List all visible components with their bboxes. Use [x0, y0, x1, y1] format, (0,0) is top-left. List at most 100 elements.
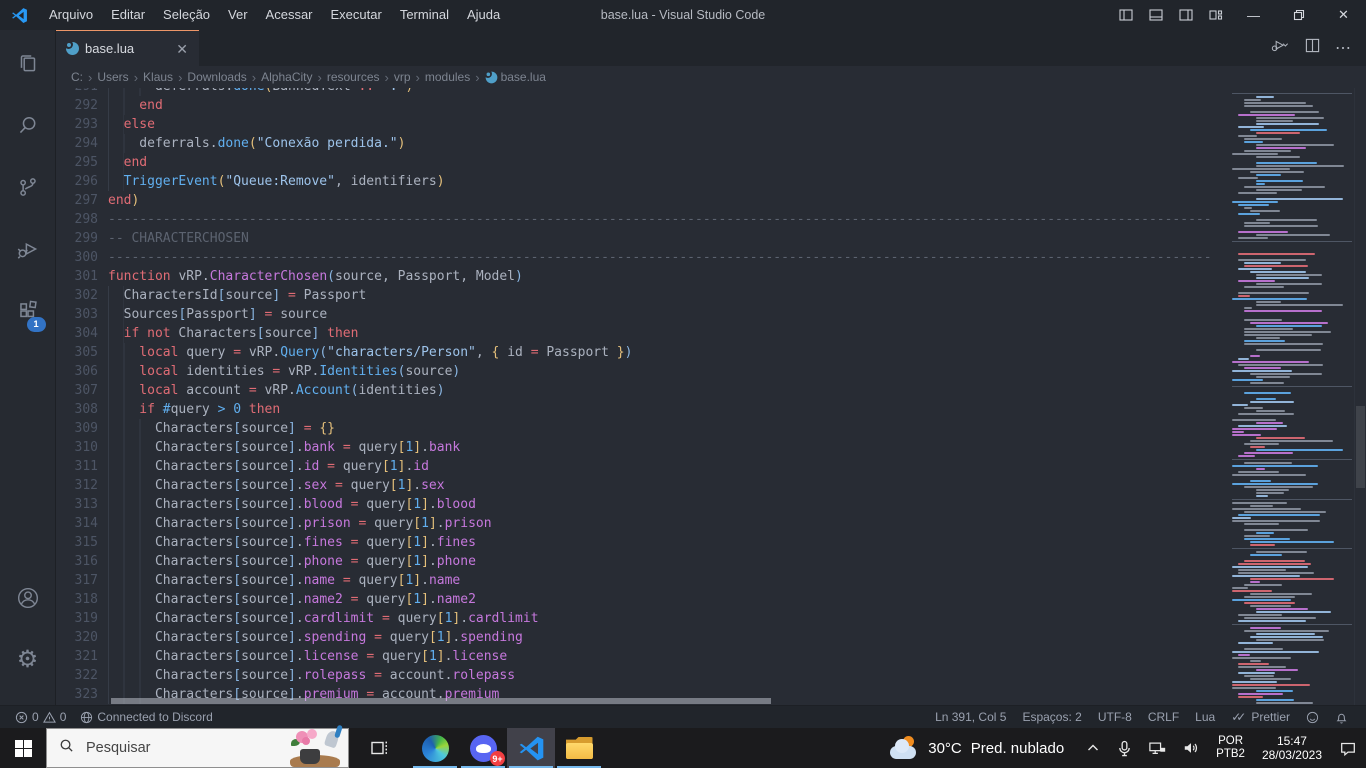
code-editor[interactable]: 291 deferrals.done(BannedText .. ".") 292 e…: [56, 88, 1226, 705]
breadcrumb-vrp[interactable]: vrp: [394, 70, 411, 84]
breadcrumb-downloads[interactable]: Downloads: [187, 70, 246, 84]
menu-editar[interactable]: Editar: [102, 0, 154, 30]
menu-ver[interactable]: Ver: [219, 0, 257, 30]
toggle-sidebar-icon[interactable]: [1111, 0, 1141, 30]
problems-indicator[interactable]: 0 0: [10, 706, 71, 728]
code-line[interactable]: 299 -- CHARACTERCHOSEN: [56, 229, 1226, 248]
accounts-icon[interactable]: [4, 575, 52, 621]
code-line[interactable]: 306 local identities = vRP.Identities(sou…: [56, 362, 1226, 381]
vertical-scrollbar-thumb[interactable]: [1356, 406, 1365, 488]
discord-taskbar-button[interactable]: 9+: [459, 728, 507, 768]
task-view-button[interactable]: [355, 728, 403, 768]
code-line[interactable]: 298 -------------------------------------…: [56, 210, 1226, 229]
source-control-icon[interactable]: [4, 164, 52, 210]
menu-selecao[interactable]: Seleção: [154, 0, 219, 30]
edge-taskbar-button[interactable]: [411, 728, 459, 768]
run-or-debug-icon[interactable]: [1270, 38, 1290, 59]
menu-terminal[interactable]: Terminal: [391, 0, 458, 30]
toggle-panel-icon[interactable]: [1141, 0, 1171, 30]
close-button[interactable]: ✕: [1321, 0, 1366, 30]
language-mode[interactable]: Lua: [1187, 706, 1223, 728]
code-line[interactable]: 322 Characters[source].rolepass = account…: [56, 666, 1226, 685]
code-line[interactable]: 316 Characters[source].phone = query[1].p…: [56, 552, 1226, 571]
cursor-position[interactable]: Ln 391, Col 5: [927, 706, 1014, 728]
menu-ajuda[interactable]: Ajuda: [458, 0, 509, 30]
code-line[interactable]: 312 Characters[source].sex = query[1].sex: [56, 476, 1226, 495]
breadcrumb-users[interactable]: Users: [97, 70, 128, 84]
minimap[interactable]: [1226, 88, 1354, 705]
code-line[interactable]: 318 Characters[source].name2 = query[1].n…: [56, 590, 1226, 609]
menu-executar[interactable]: Executar: [322, 0, 391, 30]
customize-layout-icon[interactable]: [1201, 0, 1231, 30]
menu-arquivo[interactable]: Arquivo: [40, 0, 102, 30]
code-line[interactable]: 320 Characters[source].spending = query[1…: [56, 628, 1226, 647]
clock[interactable]: 15:47 28/03/2023: [1258, 728, 1326, 768]
code-line[interactable]: 313 Characters[source].blood = query[1].b…: [56, 495, 1226, 514]
tab-close-icon[interactable]: ✕: [173, 41, 191, 57]
network-tray-icon[interactable]: [1145, 728, 1169, 768]
breadcrumb-resources[interactable]: resources: [327, 70, 380, 84]
search-input[interactable]: [84, 739, 238, 757]
code-line[interactable]: 296 TriggerEvent("Queue:Remove", identifi…: [56, 172, 1226, 191]
more-actions-icon[interactable]: ⋯: [1335, 38, 1352, 58]
code-line[interactable]: 305 local query = vRP.Query("characters/P…: [56, 343, 1226, 362]
code-line[interactable]: 308 if #query > 0 then: [56, 400, 1226, 419]
discord-status[interactable]: Connected to Discord: [75, 706, 217, 728]
eol-setting[interactable]: CRLF: [1140, 706, 1187, 728]
code-line[interactable]: 307 local account = vRP.Account(identitie…: [56, 381, 1226, 400]
microphone-tray-icon[interactable]: [1114, 728, 1135, 768]
show-hidden-icons-button[interactable]: [1082, 728, 1104, 768]
formatter-status[interactable]: ✓✓ Prettier: [1223, 706, 1298, 728]
code-line[interactable]: 302 CharactersId[source] = Passport: [56, 286, 1226, 305]
menu-acessar[interactable]: Acessar: [257, 0, 322, 30]
toggle-secondary-sidebar-icon[interactable]: [1171, 0, 1201, 30]
code-line[interactable]: 304 if not Characters[source] then: [56, 324, 1226, 343]
tab-base-lua[interactable]: base.lua ✕: [56, 30, 199, 66]
code-line[interactable]: 319 Characters[source].cardlimit = query[…: [56, 609, 1226, 628]
code-line[interactable]: 317 Characters[source].name = query[1].na…: [56, 571, 1226, 590]
indentation-setting[interactable]: Espaços: 2: [1014, 706, 1089, 728]
code-line[interactable]: 297 end): [56, 191, 1226, 210]
code-line[interactable]: 315 Characters[source].fines = query[1].f…: [56, 533, 1226, 552]
breadcrumb-alphacity[interactable]: AlphaCity: [261, 70, 312, 84]
breadcrumb-drive[interactable]: C:: [71, 70, 83, 84]
code-line[interactable]: 314 Characters[source].prison = query[1].…: [56, 514, 1226, 533]
search-icon[interactable]: [4, 102, 52, 148]
code-line[interactable]: 303 Sources[Passport] = source: [56, 305, 1226, 324]
input-language-switcher[interactable]: POR PTB2: [1213, 728, 1248, 768]
split-editor-icon[interactable]: [1305, 38, 1320, 58]
taskbar-search[interactable]: [46, 724, 349, 768]
code-line[interactable]: 294 deferrals.done("Conexão perdida."): [56, 134, 1226, 153]
explorer-icon[interactable]: [4, 40, 52, 86]
code-line[interactable]: 311 Characters[source].id = query[1].id: [56, 457, 1226, 476]
breadcrumb-file[interactable]: base.lua: [501, 70, 546, 84]
action-center-button[interactable]: [1336, 728, 1360, 768]
breadcrumb-modules[interactable]: modules: [425, 70, 470, 84]
vscode-taskbar-button[interactable]: [507, 728, 555, 768]
run-debug-icon[interactable]: [4, 226, 52, 272]
volume-tray-icon[interactable]: [1179, 728, 1203, 768]
notifications-bell-icon[interactable]: [1327, 706, 1356, 728]
code-line[interactable]: 309 Characters[source] = {}: [56, 419, 1226, 438]
breadcrumb-klaus[interactable]: Klaus: [143, 70, 173, 84]
start-button[interactable]: [0, 728, 46, 768]
explorer-taskbar-button[interactable]: [555, 728, 603, 768]
code-line[interactable]: 295 end: [56, 153, 1226, 172]
weather-widget[interactable]: 30°C Pred. nublado: [882, 728, 1072, 768]
settings-gear-icon[interactable]: ⚙: [4, 637, 52, 683]
code-line[interactable]: 300 -------------------------------------…: [56, 248, 1226, 267]
feedback-icon[interactable]: [1298, 706, 1327, 728]
bing-daily-flowerpot-image[interactable]: [286, 724, 344, 767]
minimize-button[interactable]: —: [1231, 0, 1276, 30]
restore-button[interactable]: [1276, 0, 1321, 30]
code-line[interactable]: 301 function vRP.CharacterChosen(source, …: [56, 267, 1226, 286]
horizontal-scrollbar[interactable]: [111, 698, 771, 704]
code-line[interactable]: 293 else: [56, 115, 1226, 134]
code-line[interactable]: 292 end: [56, 96, 1226, 115]
code-line[interactable]: 310 Characters[source].bank = query[1].ba…: [56, 438, 1226, 457]
encoding-setting[interactable]: UTF-8: [1090, 706, 1140, 728]
vertical-scrollbar-track[interactable]: [1354, 88, 1366, 705]
code-line[interactable]: 321 Characters[source].license = query[1]…: [56, 647, 1226, 666]
extensions-icon[interactable]: 1: [4, 288, 52, 334]
code-line[interactable]: 291 deferrals.done(BannedText .. "."): [56, 88, 1226, 96]
